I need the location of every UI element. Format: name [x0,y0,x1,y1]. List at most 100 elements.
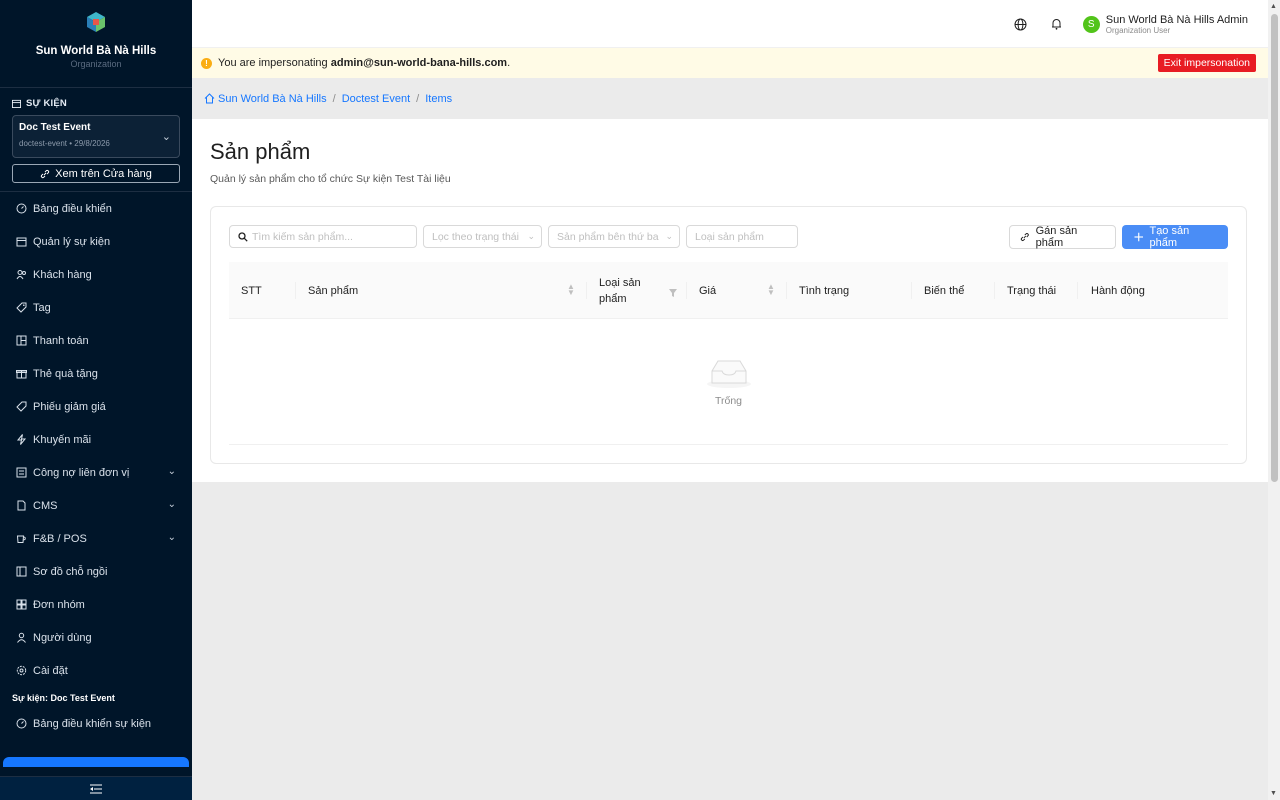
breadcrumb-event[interactable]: Doctest Event [342,93,410,105]
empty-state: Trống [229,319,1228,445]
active-menu-item[interactable] [3,757,189,767]
column-product[interactable]: Sản phẩm [308,262,358,319]
create-product-label: Tạo sản phẩm [1149,225,1190,249]
scroll-down-icon[interactable]: ▼ [1270,790,1277,797]
sidebar-item-label: Tag [33,301,51,314]
sidebar-item-label: Bảng điều khiển sự kiện [33,717,152,730]
sidebar-item-label: Thanh toán [33,334,89,347]
column-divider [586,282,587,299]
breadcrumb-separator: / [332,92,336,105]
sidebar-item-inter-unit-debt[interactable]: Công nợ liên đơn vị ⌄ [0,456,192,489]
user-menu[interactable]: S Sun World Bà Nà Hills Admin Organizati… [1082,14,1248,35]
column-divider [786,282,787,299]
column-actions: Hành động [1091,284,1145,297]
sidebar-menu: Bảng điều khiển Quản lý sự kiện Khách hà… [0,192,192,687]
link-icon [41,169,50,178]
sort-icon[interactable]: ▲ ▼ [567,283,575,297]
notifications-button[interactable] [1039,0,1075,48]
menu-fold-icon [90,784,102,793]
search-input[interactable]: Tìm kiếm sản phẩm... [229,225,417,248]
banner-email: admin@sun-world-bana-hills.com [330,57,508,69]
sidebar-item-label: Đơn nhóm [33,598,85,611]
section-events-header: SỰ KIỆN [0,88,192,115]
user-name: Sun World Bà Nà Hills Admin [1105,13,1248,26]
sidebar-item-label: Thẻ quà tặng [33,367,98,380]
exit-impersonation-button[interactable]: Exit impersonation [1157,54,1256,72]
sidebar-item-dashboard[interactable]: Bảng điều khiển [0,192,192,225]
users-icon [16,269,27,280]
cms-icon [16,500,27,511]
sidebar-item-cms[interactable]: CMS ⌄ [0,489,192,522]
column-product-type: Loại sản phẩm [599,276,641,305]
sidebar-item-label: Người dùng [33,631,92,644]
status-filter-select[interactable]: Lọc theo trạng thái ⌄ [423,225,542,248]
sidebar-item-event-dashboard[interactable]: Bảng điều khiển sự kiện [0,707,192,740]
top-header: S Sun World Bà Nà Hills Admin Organizati… [192,0,1268,48]
seatmap-icon [16,566,27,577]
breadcrumb-separator: / [416,92,420,105]
product-type-filter[interactable]: Loại sản phẩm [686,225,798,248]
group-icon [16,599,27,610]
collapse-sidebar-button[interactable] [0,776,192,800]
page-scrollbar[interactable]: ▲ ▼ [1268,0,1280,800]
sort-icon[interactable]: ▲ ▼ [767,283,775,297]
sidebar-item-group-orders[interactable]: Đơn nhóm [0,588,192,621]
page-title: Sản phẩm [210,139,311,164]
user-icon [16,632,27,643]
column-status: Trạng thái [1007,284,1057,297]
gift-icon [16,368,27,379]
chevron-down-icon: ⌄ [161,131,171,143]
calendar-icon [12,99,21,108]
scroll-up-icon[interactable]: ▲ [1270,3,1277,10]
user-info: Sun World Bà Nà Hills Admin Organization… [1106,14,1248,35]
warning-icon: ! [201,57,212,69]
sidebar-item-tag[interactable]: Tag [0,291,192,324]
event-menu: Bảng điều khiển sự kiện [0,707,192,740]
sidebar-item-users[interactable]: Người dùng [0,621,192,654]
sidebar-item-seat-map[interactable]: Sơ đồ chỗ ngồi [0,555,192,588]
third-party-filter-select[interactable]: Sản phẩm bên thứ ba ⌄ [548,225,680,248]
sidebar-item-fnb-pos[interactable]: F&B / POS ⌄ [0,522,192,555]
chevron-down-icon: ⌄ [167,499,176,510]
banner-suffix: . [507,57,511,69]
brand-sub: Organization [70,59,122,69]
search-icon [238,231,248,242]
view-store-button[interactable]: Xem trên Cửa hàng [12,164,180,183]
sidebar-item-event-management[interactable]: Quản lý sự kiện [0,225,192,258]
promo-icon [16,434,27,445]
assign-product-button[interactable]: Gán sản phẩm [1009,225,1116,249]
event-selector[interactable]: Doc Test Event doctest-event • 29/8/2026… [12,115,180,158]
column-variants: Biến thể [924,284,965,297]
column-divider [686,282,687,299]
sidebar-item-label: Khách hàng [33,268,92,281]
language-button[interactable] [1003,0,1039,48]
column-stock-status: Tình trạng [799,284,850,297]
breadcrumb-items[interactable]: Items [425,93,452,105]
bell-icon [1052,19,1062,30]
section-event-label: Sự kiện: Doc Test Event [12,693,115,703]
sidebar-item-label: Bảng điều khiển [33,202,112,215]
filter-icon[interactable] [669,286,677,300]
sidebar: Sun World Bà Nà Hills Organization SỰ KI… [0,0,192,800]
column-divider [295,282,296,299]
event-name: Doc Test Event [19,122,91,133]
column-price[interactable]: Giá [699,262,716,319]
scroll-thumb[interactable] [1271,14,1278,482]
calendar-icon [16,236,27,247]
main-content: Sản phẩm Quản lý sản phẩm cho tổ chức Sự… [192,119,1268,482]
sidebar-item-payment[interactable]: Thanh toán [0,324,192,357]
brand-name: Sun World Bà Nà Hills [35,45,157,57]
sidebar-item-settings[interactable]: Cài đặt [0,654,192,687]
breadcrumb-org[interactable]: Sun World Bà Nà Hills [218,93,327,105]
assign-product-label: Gán sản phẩm [1035,225,1078,249]
sidebar-item-label: CMS [33,499,58,512]
sidebar-item-promotions[interactable]: Khuyến mãi [0,423,192,456]
sidebar-item-gift-cards[interactable]: Thẻ quà tặng [0,357,192,390]
column-divider [911,282,912,299]
sidebar-item-label: Sơ đồ chỗ ngồi [33,565,108,578]
chevron-down-icon: ⌄ [167,532,176,543]
sidebar-item-coupons[interactable]: Phiếu giảm giá [0,390,192,423]
chevron-down-icon: ⌄ [662,231,673,242]
sidebar-item-customers[interactable]: Khách hàng [0,258,192,291]
create-product-button[interactable]: Tạo sản phẩm [1122,225,1228,249]
